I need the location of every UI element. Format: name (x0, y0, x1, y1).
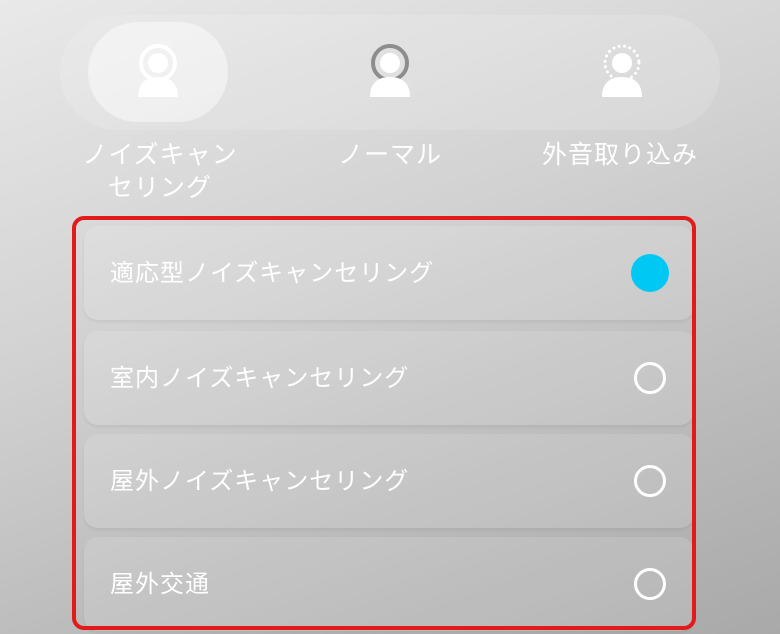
mode-label-normal: ノーマル (337, 140, 442, 169)
mode-ambient-button[interactable] (552, 22, 692, 122)
highlight-box (72, 216, 696, 630)
person-ambient-icon (602, 44, 642, 97)
mode-label-noise-cancelling: ノイズキャン セリング (82, 140, 238, 202)
mode-noise-cancelling-button[interactable] (88, 22, 228, 122)
mode-normal-button[interactable] (320, 22, 460, 122)
person-normal-icon (370, 44, 410, 97)
person-noise-cancel-icon (138, 44, 178, 97)
mode-label-ambient: 外音取り込み (541, 140, 698, 169)
